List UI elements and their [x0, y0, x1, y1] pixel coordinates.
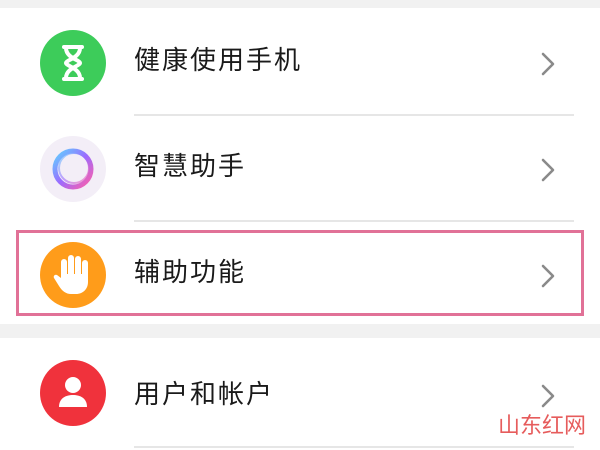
chevron-right-icon — [541, 264, 555, 288]
watermark: 山东红网 — [497, 414, 586, 439]
divider — [134, 446, 574, 448]
hand-icon — [40, 242, 106, 308]
chevron-right-icon — [541, 158, 555, 182]
chevron-right-icon — [541, 52, 555, 76]
setting-item-label: 健康使用手机 — [134, 46, 303, 76]
chevron-right-icon — [541, 384, 555, 408]
setting-item-smart-assistant[interactable]: 智慧助手 — [0, 116, 600, 220]
setting-item-label: 用户和帐户 — [134, 380, 275, 410]
settings-group-1: 健康使用手机 智慧助手 辅助功能 — [0, 8, 600, 324]
top-spacer — [0, 0, 600, 8]
user-icon — [40, 360, 106, 426]
setting-item-label: 智慧助手 — [134, 152, 247, 182]
setting-item-label: 辅助功能 — [134, 258, 247, 288]
assistant-orb-icon — [40, 136, 106, 202]
setting-item-digital-balance[interactable]: 健康使用手机 — [0, 10, 600, 114]
setting-item-accessibility[interactable]: 辅助功能 — [0, 222, 600, 326]
hourglass-icon — [40, 30, 106, 96]
